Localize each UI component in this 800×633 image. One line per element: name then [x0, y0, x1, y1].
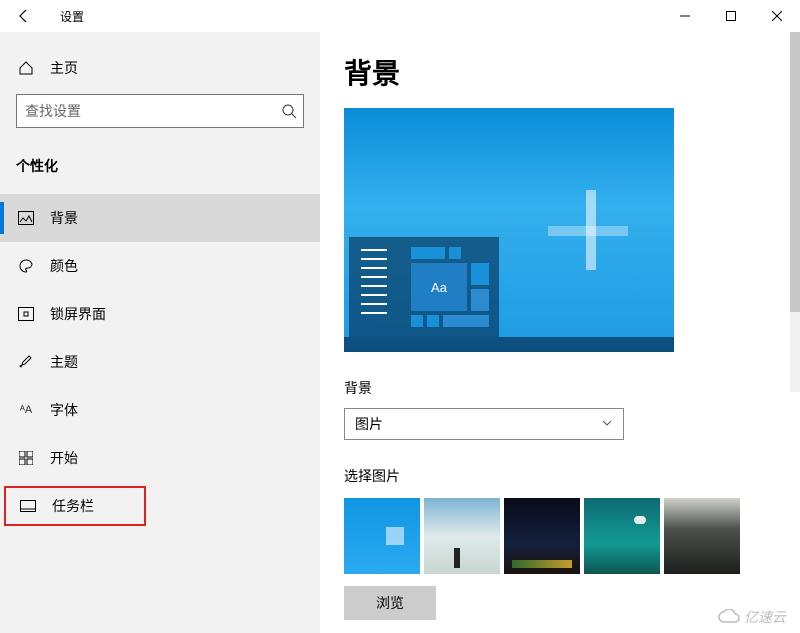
sidebar-home[interactable]: 主页	[0, 44, 320, 92]
wallpaper-thumb-3[interactable]	[504, 498, 580, 574]
palette-icon	[16, 258, 36, 274]
chevron-down-icon	[601, 416, 613, 432]
sidebar-item-fonts[interactable]: ᴬA 字体	[0, 386, 320, 434]
sidebar-home-label: 主页	[50, 58, 78, 78]
scrollbar-thumb[interactable]	[790, 32, 800, 312]
nav-list: 背景 颜色 锁屏界面 主题 ᴬA 字体 开始 任务栏	[0, 194, 320, 526]
minimize-button[interactable]	[662, 0, 708, 32]
sidebar-item-label: 字体	[50, 400, 78, 420]
choose-picture-label: 选择图片	[344, 466, 800, 486]
picture-thumbnails	[344, 498, 800, 574]
preview-taskbar	[344, 337, 674, 352]
sidebar-item-label: 锁屏界面	[50, 304, 106, 324]
background-type-dropdown[interactable]: 图片	[344, 408, 624, 440]
close-button[interactable]	[754, 0, 800, 32]
preview-windows-logo	[548, 190, 628, 270]
preview-start-menu: Aa	[349, 237, 499, 337]
back-button[interactable]	[0, 0, 48, 32]
window-title: 设置	[60, 8, 84, 25]
page-title: 背景	[344, 52, 800, 92]
sidebar-item-label: 颜色	[50, 256, 78, 276]
sidebar-item-label: 主题	[50, 352, 78, 372]
cloud-icon	[718, 609, 740, 625]
watermark-text: 亿速云	[744, 607, 786, 627]
section-title: 个性化	[0, 156, 320, 176]
sidebar-item-taskbar[interactable]: 任务栏	[4, 486, 146, 526]
sidebar-item-start[interactable]: 开始	[0, 434, 320, 482]
sidebar: 主页 个性化 背景 颜色 锁屏界面 主题 ᴬA 字体	[0, 32, 320, 633]
browse-button-label: 浏览	[376, 593, 404, 613]
sidebar-item-label: 背景	[50, 208, 78, 228]
search-wrap	[0, 94, 320, 128]
wallpaper-thumb-5[interactable]	[664, 498, 740, 574]
lockscreen-icon	[16, 307, 36, 321]
sidebar-item-colors[interactable]: 颜色	[0, 242, 320, 290]
dropdown-value: 图片	[355, 414, 383, 434]
brush-icon	[16, 354, 36, 370]
font-icon: ᴬA	[16, 404, 36, 416]
maximize-button[interactable]	[708, 0, 754, 32]
main-content: 背景 Aa 背景 图片 选择图片 浏览	[320, 32, 800, 633]
maximize-icon	[726, 11, 736, 21]
minimize-icon	[680, 11, 690, 21]
sidebar-item-background[interactable]: 背景	[0, 194, 320, 242]
titlebar: 设置	[0, 0, 800, 32]
sidebar-item-lockscreen[interactable]: 锁屏界面	[0, 290, 320, 338]
wallpaper-thumb-1[interactable]	[344, 498, 420, 574]
arrow-left-icon	[16, 8, 32, 24]
background-label: 背景	[344, 378, 800, 398]
search-input[interactable]	[17, 95, 269, 127]
wallpaper-thumb-2[interactable]	[424, 498, 500, 574]
sidebar-item-themes[interactable]: 主题	[0, 338, 320, 386]
search-box[interactable]	[16, 94, 304, 128]
close-icon	[772, 11, 782, 21]
home-icon	[16, 60, 36, 76]
sidebar-item-label: 任务栏	[52, 496, 94, 516]
desktop-preview: Aa	[344, 108, 674, 352]
grid-icon	[16, 451, 36, 465]
search-icon	[281, 103, 297, 122]
browse-button[interactable]: 浏览	[344, 586, 436, 620]
sidebar-item-label: 开始	[50, 448, 78, 468]
watermark: 亿速云	[718, 607, 786, 627]
picture-icon	[16, 211, 36, 225]
preview-sample-text: Aa	[411, 263, 467, 311]
window-controls	[662, 0, 800, 32]
wallpaper-thumb-4[interactable]	[584, 498, 660, 574]
taskbar-icon	[18, 500, 38, 512]
